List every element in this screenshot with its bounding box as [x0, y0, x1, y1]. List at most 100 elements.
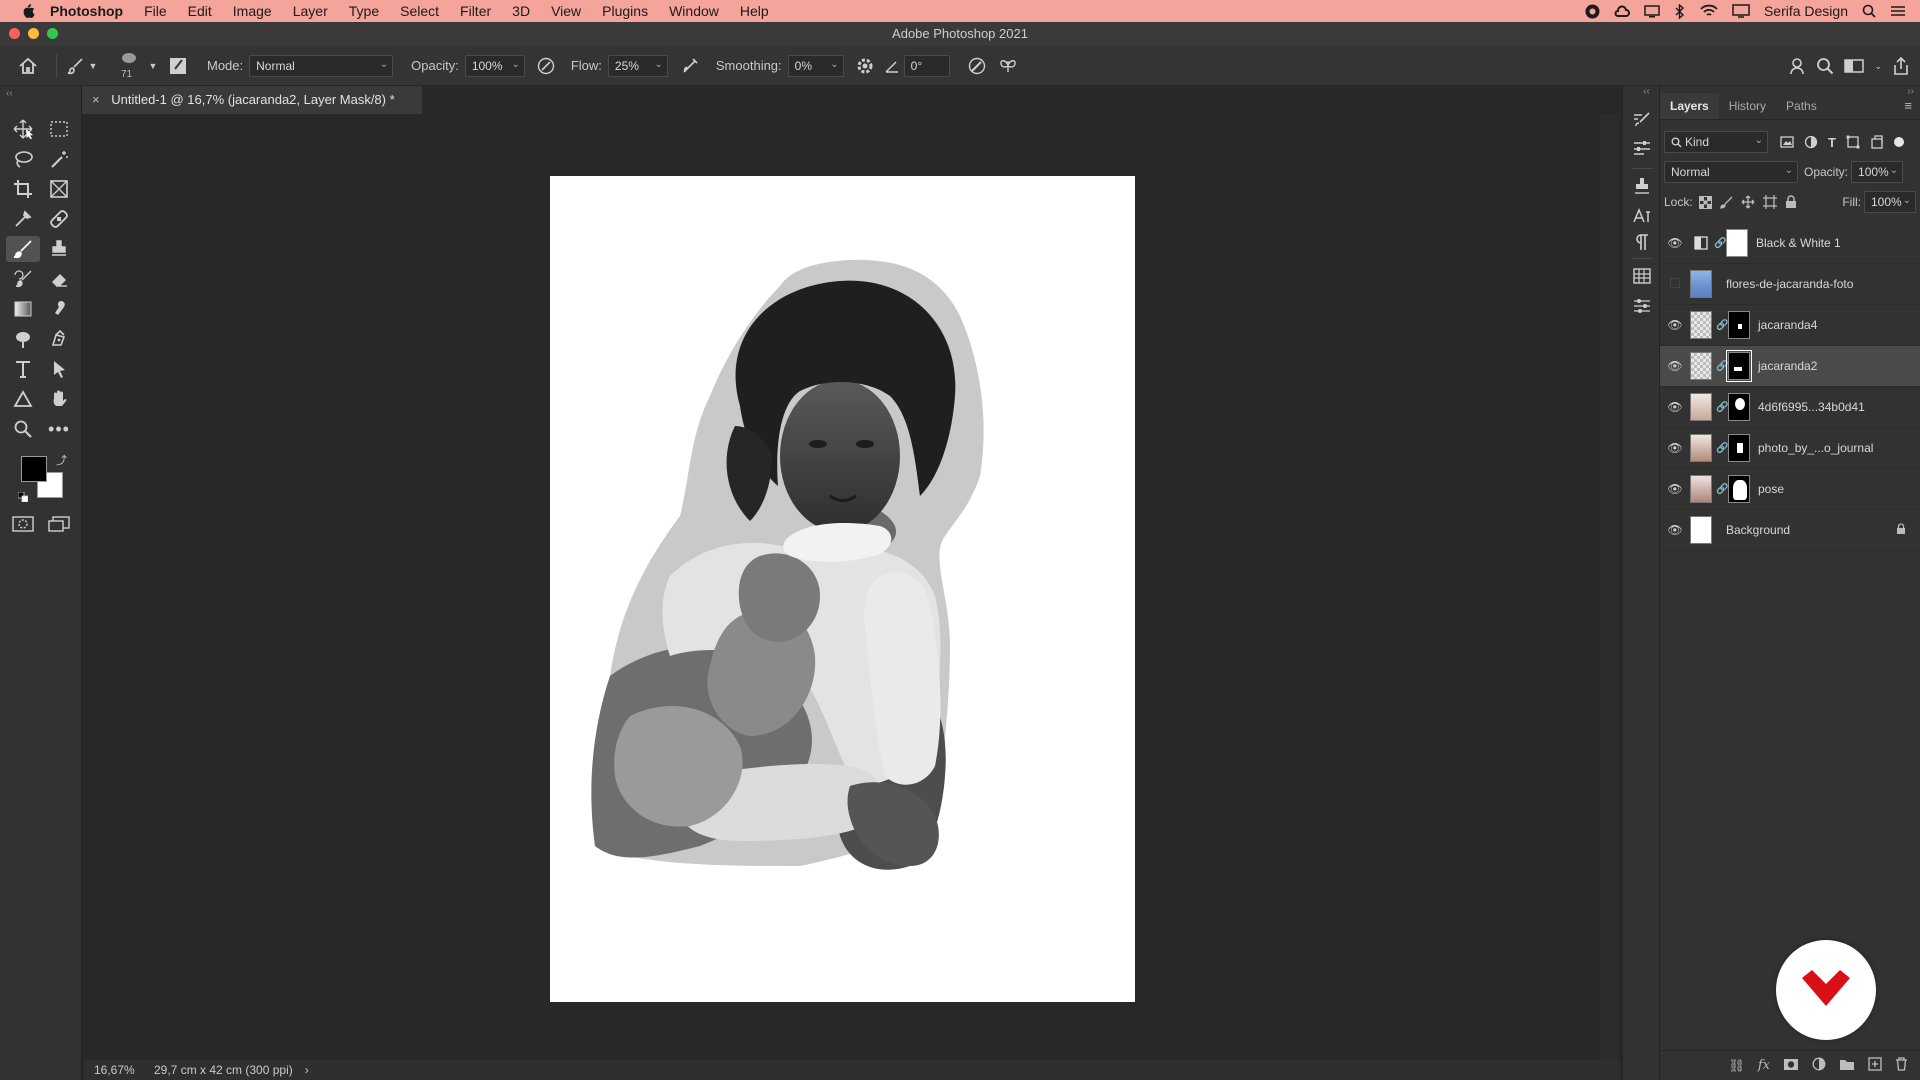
menu-image[interactable]: Image	[233, 3, 272, 19]
visibility-eye-icon[interactable]: 👁	[1660, 523, 1690, 537]
smoothing-field[interactable]: 0% ⌄	[787, 54, 844, 77]
smudge-tool[interactable]	[44, 296, 74, 322]
foreground-color-swatch[interactable]	[21, 456, 47, 482]
layer-row-background[interactable]: 👁 Background	[1660, 510, 1920, 551]
menu-edit[interactable]: Edit	[188, 3, 212, 19]
filter-toggle-icon[interactable]	[1893, 137, 1904, 147]
filter-smart-object-icon[interactable]	[1870, 135, 1884, 149]
zoom-level[interactable]: 16,67%	[94, 1063, 144, 1077]
zoom-tool[interactable]	[8, 416, 38, 442]
menu-3d[interactable]: 3D	[512, 3, 530, 19]
paragraph-panel-icon[interactable]	[1632, 232, 1652, 252]
eyedropper-tool[interactable]	[8, 206, 38, 232]
vertical-scrollbar[interactable]	[1600, 114, 1619, 1060]
link-chain-icon[interactable]: 🔗	[1716, 402, 1728, 413]
menu-select[interactable]: Select	[400, 3, 439, 19]
layer-row-4d6f6995[interactable]: 👁 🔗 4d6f6995...34b0d41	[1660, 387, 1920, 428]
close-tab-icon[interactable]: ×	[92, 92, 100, 107]
link-layers-icon[interactable]: ⛓	[1728, 1058, 1745, 1074]
layer-name[interactable]: photo_by_...o_journal	[1758, 441, 1873, 455]
swap-colors-icon[interactable]: ⤴	[56, 452, 67, 468]
hand-tool[interactable]	[44, 386, 74, 412]
brush-size-picker[interactable]: 71	[113, 49, 147, 83]
shape-tool[interactable]	[8, 386, 38, 412]
airbrush-icon[interactable]	[674, 57, 708, 75]
layer-name[interactable]: jacaranda4	[1758, 318, 1817, 332]
menu-plugins[interactable]: Plugins	[602, 3, 648, 19]
link-chain-icon[interactable]: 🔗	[1716, 443, 1728, 454]
opacity-field[interactable]: 100% ⌄	[464, 54, 525, 77]
filter-adjustment-icon[interactable]	[1804, 135, 1818, 149]
layer-name[interactable]: flores-de-jacaranda-foto	[1726, 277, 1853, 291]
quick-mask-button[interactable]	[8, 511, 38, 537]
workspace-switcher-icon[interactable]	[1844, 58, 1865, 74]
pressure-size-icon[interactable]	[960, 57, 994, 75]
clone-stamp-tool[interactable]	[44, 236, 74, 262]
pressure-opacity-icon[interactable]	[531, 57, 561, 75]
layer-name[interactable]: jacaranda2	[1758, 359, 1817, 373]
visibility-eye-icon[interactable]: 👁	[1660, 359, 1690, 373]
status-menu-arrow[interactable]: ›	[305, 1063, 309, 1077]
new-adjustment-layer-icon[interactable]	[1812, 1057, 1826, 1074]
share-learn-icon[interactable]	[1788, 57, 1806, 75]
menu-filter[interactable]: Filter	[460, 3, 491, 19]
blend-mode-select[interactable]: Normal ⌄	[1664, 161, 1798, 183]
filter-shape-icon[interactable]	[1846, 135, 1860, 149]
layer-row-pose[interactable]: 👁 🔗 pose	[1660, 469, 1920, 510]
history-brush-tool[interactable]	[8, 266, 38, 292]
filter-type-icon[interactable]: T	[1828, 135, 1836, 150]
brush-tool-preset-icon[interactable]	[65, 57, 87, 75]
visibility-eye-icon[interactable]: 👁	[1660, 482, 1690, 496]
symmetry-butterfly-icon[interactable]	[994, 57, 1022, 75]
menu-file[interactable]: File	[144, 3, 167, 19]
screen-mode-button[interactable]	[44, 511, 74, 537]
link-chain-icon[interactable]: 🔗	[1716, 361, 1728, 372]
visibility-eye-icon[interactable]: 👁	[1660, 318, 1690, 332]
gradient-tool[interactable]	[8, 296, 38, 322]
pen-tool[interactable]	[44, 326, 74, 352]
home-icon[interactable]	[8, 57, 48, 75]
spotlight-search-icon[interactable]	[1862, 4, 1876, 18]
canvas-area[interactable]	[84, 114, 1600, 1060]
visibility-eye-icon[interactable]: 👁	[1660, 400, 1690, 414]
layer-opacity-field[interactable]: 100% ⌄	[1851, 161, 1904, 183]
lock-transparent-pixels-icon[interactable]	[1698, 195, 1712, 209]
window-zoom-button[interactable]	[47, 28, 58, 39]
account-name[interactable]: Serifa Design	[1764, 3, 1848, 19]
layer-row-jacaranda2[interactable]: 👁 🔗 jacaranda2	[1660, 346, 1920, 387]
eraser-tool[interactable]	[44, 266, 74, 292]
tab-history[interactable]: History	[1719, 93, 1776, 119]
window-minimize-button[interactable]	[28, 28, 39, 39]
brush-settings-icon[interactable]	[1632, 110, 1652, 130]
lock-icon[interactable]	[1896, 522, 1906, 538]
layer-row-jacaranda4[interactable]: 👁 🔗 jacaranda4	[1660, 305, 1920, 346]
menu-window[interactable]: Window	[669, 3, 719, 19]
delete-layer-trash-icon[interactable]	[1895, 1057, 1908, 1074]
menu-view[interactable]: View	[551, 3, 581, 19]
crop-tool[interactable]	[8, 176, 38, 202]
link-chain-icon[interactable]: 🔗	[1716, 484, 1728, 495]
clone-source-icon[interactable]	[1632, 176, 1652, 196]
angle-field[interactable]: 0°	[903, 54, 950, 77]
default-colors-icon[interactable]	[17, 489, 29, 503]
layer-name[interactable]: 4d6f6995...34b0d41	[1758, 400, 1865, 414]
add-mask-icon[interactable]	[1783, 1058, 1799, 1074]
layer-filter-select[interactable]: Kind ⌄	[1664, 131, 1768, 153]
properties-sliders-icon[interactable]	[1632, 296, 1652, 316]
layer-name[interactable]: Black & White 1	[1756, 236, 1841, 250]
new-layer-icon[interactable]	[1868, 1057, 1882, 1074]
flow-field[interactable]: 25% ⌄	[607, 54, 668, 77]
display-icon[interactable]	[1732, 4, 1750, 18]
lock-all-icon[interactable]	[1785, 195, 1797, 209]
adjust-sliders-icon[interactable]	[1632, 138, 1652, 158]
layer-row-photo-by-journal[interactable]: 👁 🔗 photo_by_...o_journal	[1660, 428, 1920, 469]
chevron-down-icon[interactable]: ▼	[147, 61, 159, 71]
magic-wand-tool[interactable]	[44, 146, 74, 172]
frame-tool[interactable]	[44, 176, 74, 202]
type-tool[interactable]	[8, 356, 38, 382]
edit-toolbar-button[interactable]: •••	[44, 416, 74, 442]
new-group-folder-icon[interactable]	[1839, 1058, 1855, 1074]
chevron-down-icon[interactable]: ▼	[87, 61, 99, 71]
layer-mask-thumbnail[interactable]	[1728, 475, 1750, 503]
layer-row-black-white-1[interactable]: 👁 🔗 Black & White 1	[1660, 223, 1920, 264]
